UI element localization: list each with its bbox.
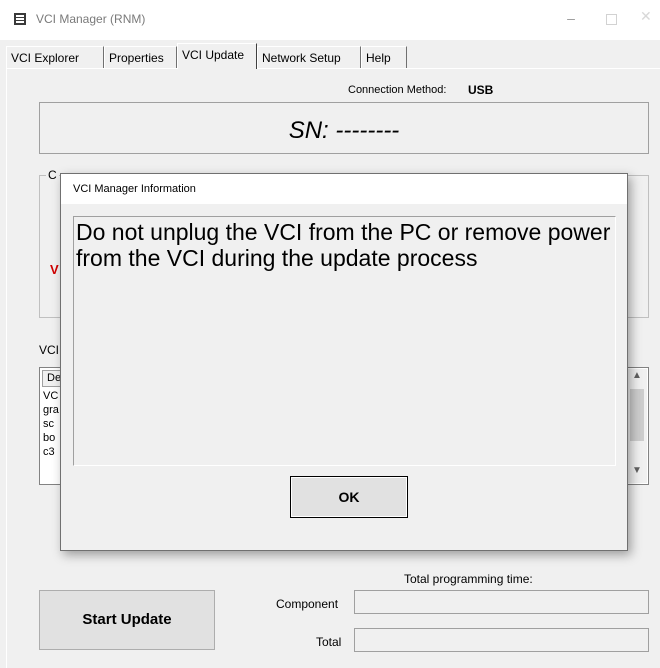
maximize-icon [606, 14, 617, 25]
group-box-title: C [46, 168, 59, 182]
dialog-message-area: Do not unplug the VCI from the PC or rem… [73, 216, 616, 466]
component-time-field [354, 590, 649, 614]
app-icon [14, 13, 26, 25]
status-warning-text: V [50, 262, 59, 277]
tab-vci-update[interactable]: VCI Update [177, 43, 257, 69]
maximize-button[interactable] [600, 10, 622, 28]
dialog-title: VCI Manager Information [73, 183, 196, 195]
list-item[interactable]: VC [43, 390, 58, 402]
total-programming-time-label: Total programming time: [404, 572, 533, 586]
scroll-down-arrow-icon[interactable]: ▼ [627, 465, 647, 476]
scroll-up-arrow-icon[interactable]: ▲ [627, 370, 647, 381]
serial-number-box: SN: -------- [39, 102, 649, 154]
list-scrollbar[interactable]: ▲ ▼ [627, 369, 647, 483]
dialog-title-bar[interactable]: VCI Manager Information [61, 174, 627, 204]
list-item[interactable]: sc [43, 418, 54, 430]
vci-list-label: VCI [39, 343, 60, 357]
scroll-thumb[interactable] [630, 389, 644, 441]
total-time-field [354, 628, 649, 652]
close-button[interactable]: ✕ [640, 8, 660, 28]
tab-help[interactable]: Help [361, 46, 407, 68]
total-label: Total [316, 635, 342, 649]
tab-properties[interactable]: Properties [104, 46, 177, 68]
window-title: VCI Manager (RNM) [36, 12, 146, 26]
minimize-button[interactable]: – [560, 10, 582, 28]
start-update-button[interactable]: Start Update [39, 590, 215, 650]
list-item[interactable]: c3 [43, 446, 55, 458]
dialog-message: Do not unplug the VCI from the PC or rem… [76, 219, 611, 271]
tab-network-setup[interactable]: Network Setup [257, 46, 361, 68]
tab-vci-explorer[interactable]: VCI Explorer [6, 46, 104, 68]
connection-method-label: Connection Method: [348, 84, 447, 96]
serial-number-label: SN: -------- [288, 117, 400, 144]
list-item[interactable]: bo [43, 432, 55, 444]
connection-method-value: USB [468, 83, 494, 97]
list-item[interactable]: gra [43, 404, 59, 416]
ok-button[interactable]: OK [290, 476, 408, 518]
information-dialog: VCI Manager Information Do not unplug th… [60, 173, 628, 551]
component-label: Component [276, 597, 339, 611]
